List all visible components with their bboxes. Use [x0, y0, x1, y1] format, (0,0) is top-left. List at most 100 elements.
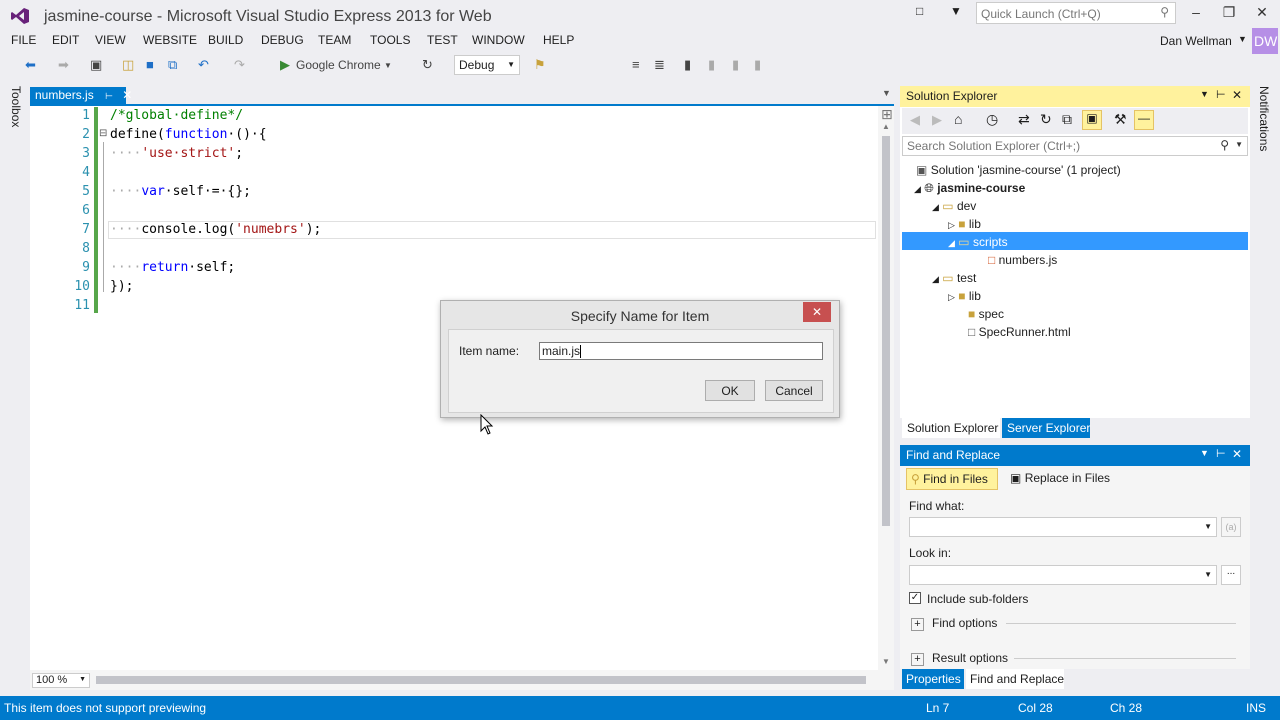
user-name[interactable]: Dan Wellman — [1160, 34, 1232, 48]
expanded-icon[interactable]: ◢ — [932, 274, 939, 284]
panel-close-icon[interactable]: ✕ — [1232, 88, 1242, 102]
panel-dropdown-icon[interactable]: ▼ — [1200, 89, 1209, 99]
maximize-button[interactable]: ❐ — [1219, 4, 1239, 21]
menu-test[interactable]: TEST — [427, 33, 458, 47]
notifications-tab[interactable]: Notifications — [1257, 86, 1271, 151]
dialog-close-button[interactable]: ✕ — [803, 302, 831, 322]
clear-bookmarks-icon[interactable]: ▮ — [754, 57, 761, 73]
tree-folder-dev-lib[interactable]: ▷ ■ lib — [948, 217, 981, 231]
tab-list-dropdown-icon[interactable]: ▼ — [882, 88, 891, 98]
prev-bookmark-icon[interactable]: ▮ — [708, 57, 715, 73]
item-name-input[interactable]: main.js — [539, 342, 823, 360]
tab-find-and-replace[interactable]: Find and Replace — [966, 669, 1064, 689]
refresh-icon[interactable]: ↻ — [1040, 111, 1052, 128]
tab-properties[interactable]: Properties — [902, 669, 964, 689]
close-button[interactable]: ✕ — [1252, 4, 1272, 21]
zoom-select[interactable]: 100 % ▼ — [32, 673, 90, 688]
save-icon[interactable]: ■ — [146, 57, 154, 72]
uncomment-icon[interactable]: ≣ — [654, 57, 665, 73]
properties-icon[interactable]: ⚒ — [1114, 111, 1127, 128]
find-options-label[interactable]: Find options — [932, 616, 997, 630]
cancel-button[interactable]: Cancel — [765, 380, 823, 401]
scroll-thumb[interactable] — [882, 136, 890, 526]
solution-config-select[interactable]: Debug ▼ — [454, 55, 520, 75]
regex-builder-button[interactable]: (a) — [1221, 517, 1241, 537]
find-icon[interactable]: ⚑ — [534, 57, 546, 73]
start-debug-icon[interactable]: ▶ — [280, 57, 290, 73]
expanded-icon[interactable]: ◢ — [932, 202, 939, 212]
comment-icon[interactable]: ≡ — [632, 57, 640, 72]
expanded-icon[interactable]: ◢ — [948, 238, 955, 248]
result-options-expand-icon[interactable]: + — [911, 653, 924, 666]
tree-file-specrunner[interactable]: □ SpecRunner.html — [968, 325, 1071, 339]
next-bookmark-icon[interactable]: ▮ — [732, 57, 739, 73]
bookmark-icon[interactable]: ▮ — [684, 57, 691, 73]
menu-debug[interactable]: DEBUG — [261, 33, 304, 47]
menu-tools[interactable]: TOOLS — [370, 33, 410, 47]
scroll-up-icon[interactable]: ▲ — [882, 122, 890, 131]
panel-close-icon[interactable]: ✕ — [1232, 447, 1242, 461]
chevron-down-icon[interactable]: ▼ — [1204, 522, 1212, 531]
editor-vertical-scrollbar[interactable]: ⊞ ▲ ▼ — [878, 106, 894, 670]
look-in-select[interactable]: ▼ — [909, 565, 1217, 585]
pin-icon[interactable]: ⊢ — [105, 91, 113, 101]
preview-icon[interactable]: — — [1134, 110, 1154, 130]
include-subfolders-checkbox[interactable]: ✓ — [909, 592, 921, 604]
refresh-icon[interactable]: ↻ — [422, 57, 433, 73]
quick-launch-input[interactable]: Quick Launch (Ctrl+Q) ⚲ — [976, 2, 1176, 24]
pin-icon[interactable]: ⊢ — [1216, 447, 1226, 460]
tree-folder-spec[interactable]: ■ spec — [968, 307, 1004, 321]
tree-project[interactable]: ◢ 🌐︎ jasmine-course — [914, 181, 1025, 196]
result-options-label[interactable]: Result options — [932, 651, 1008, 665]
tree-folder-scripts[interactable]: ◢ ▭ scripts — [948, 235, 1008, 249]
undo-icon[interactable]: ↶ — [198, 57, 209, 73]
toolbox-tab[interactable]: Toolbox — [9, 86, 23, 127]
forward-icon[interactable]: ➡ — [58, 57, 69, 73]
show-all-files-icon[interactable]: ▣ — [1082, 110, 1102, 130]
home-icon[interactable]: ⌂ — [954, 111, 962, 127]
save-all-icon[interactable]: ⧉ — [168, 57, 177, 73]
collapsed-icon[interactable]: ▷ — [948, 220, 955, 230]
tree-file-numbers[interactable]: □ numbers.js — [988, 253, 1057, 267]
tab-solution-explorer[interactable]: Solution Explorer — [902, 418, 1000, 438]
menu-view[interactable]: VIEW — [95, 33, 126, 47]
solution-search-input[interactable]: Search Solution Explorer (Ctrl+;) ⚲ ▼ — [902, 136, 1248, 156]
tree-solution[interactable]: ▣ Solution 'jasmine-course' (1 project) — [916, 163, 1121, 177]
replace-in-files-tab[interactable]: ▣ Replace in Files — [1010, 471, 1110, 485]
tree-folder-dev[interactable]: ◢ ▭ dev — [932, 199, 976, 213]
tree-folder-test[interactable]: ◢ ▭ test — [932, 271, 976, 285]
menu-build[interactable]: BUILD — [208, 33, 243, 47]
chevron-down-icon[interactable]: ▼ — [1204, 570, 1212, 579]
tree-folder-test-lib[interactable]: ▷ ■ lib — [948, 289, 981, 303]
feedback-icon[interactable]: □ — [916, 4, 923, 18]
open-file-icon[interactable]: ◫ — [122, 57, 134, 73]
tab-close-icon[interactable]: ✕ — [122, 88, 132, 102]
find-what-input[interactable]: ▼ — [909, 517, 1217, 537]
filter-icon[interactable]: ▼ — [950, 4, 962, 18]
editor-horizontal-scrollbar[interactable] — [30, 670, 894, 690]
avatar[interactable]: DW — [1252, 28, 1278, 54]
redo-icon[interactable]: ↷ — [234, 57, 245, 73]
back-icon[interactable]: ⬅ — [25, 57, 36, 73]
user-dropdown-icon[interactable]: ▼ — [1238, 34, 1247, 44]
hscroll-thumb[interactable] — [96, 676, 866, 684]
back-icon[interactable]: ◀ — [910, 112, 920, 128]
history-icon[interactable]: ◷ — [986, 111, 998, 128]
find-options-expand-icon[interactable]: + — [911, 618, 924, 631]
pin-icon[interactable]: ⊢ — [1216, 88, 1226, 101]
tab-server-explorer[interactable]: Server Explorer — [1002, 418, 1090, 438]
menu-team[interactable]: TEAM — [318, 33, 351, 47]
menu-file[interactable]: FILE — [11, 33, 36, 47]
menu-website[interactable]: WEBSITE — [143, 33, 197, 47]
collapse-icon[interactable]: ⊟ — [99, 128, 107, 139]
scroll-down-icon[interactable]: ▼ — [882, 657, 890, 666]
find-in-files-tab[interactable]: ⚲ Find in Files — [906, 468, 998, 490]
menu-edit[interactable]: EDIT — [52, 33, 79, 47]
expanded-icon[interactable]: ◢ — [914, 184, 921, 194]
run-target-dropdown-icon[interactable]: ▼ — [384, 61, 392, 70]
ok-button[interactable]: OK — [705, 380, 755, 401]
collapsed-icon[interactable]: ▷ — [948, 292, 955, 302]
run-target[interactable]: Google Chrome — [296, 58, 381, 72]
menu-window[interactable]: WINDOW — [472, 33, 525, 47]
split-icon[interactable]: ⊞ — [881, 106, 893, 123]
